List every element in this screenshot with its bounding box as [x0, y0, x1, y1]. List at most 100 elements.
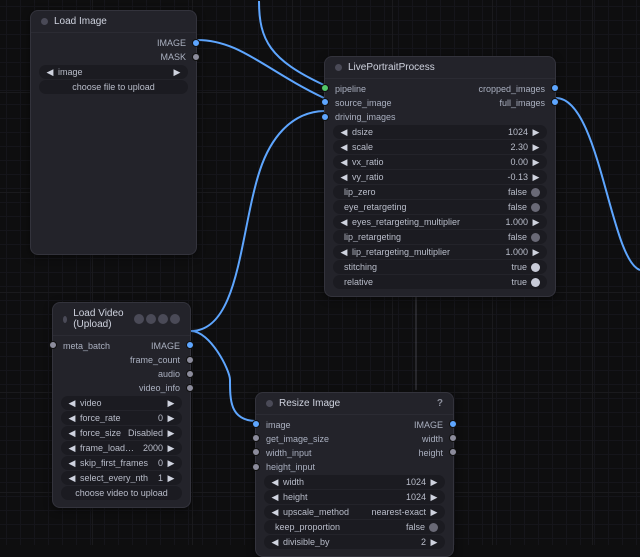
socket-icon[interactable]: [192, 39, 200, 47]
widget-dsize[interactable]: ◀dsize1024▶: [333, 125, 547, 139]
input-height-input[interactable]: height_input: [256, 460, 453, 474]
toggle-dot-icon[interactable]: [429, 523, 438, 532]
node-header[interactable]: Load Image: [31, 11, 196, 33]
node-live-portrait[interactable]: LivePortraitProcess pipeline cropped_ima…: [324, 56, 556, 297]
widget-force-rate[interactable]: ◀force_rate0▶: [61, 411, 182, 425]
output-image[interactable]: IMAGE: [31, 36, 196, 50]
toggle-dot-icon[interactable]: [531, 233, 540, 242]
chevron-right-icon[interactable]: ▶: [532, 217, 540, 228]
widget-vx-ratio[interactable]: ◀vx_ratio0.00▶: [333, 155, 547, 169]
output-image[interactable]: IMAGE: [151, 341, 180, 351]
chevron-right-icon[interactable]: ▶: [430, 507, 438, 518]
chevron-left-icon[interactable]: ◀: [340, 217, 348, 228]
chevron-right-icon[interactable]: ▶: [430, 477, 438, 488]
chevron-left-icon[interactable]: ◀: [68, 398, 76, 409]
widget-divisible-by[interactable]: ◀divisible_by2▶: [264, 535, 445, 549]
input-pipeline[interactable]: pipeline: [335, 84, 366, 94]
chevron-left-icon[interactable]: ◀: [68, 428, 76, 439]
chevron-left-icon[interactable]: ◀: [271, 492, 279, 503]
chevron-left-icon[interactable]: ◀: [340, 142, 348, 153]
socket-icon[interactable]: [49, 341, 57, 349]
collapse-dot-icon[interactable]: [335, 64, 342, 71]
chevron-right-icon[interactable]: ▶: [167, 413, 175, 424]
socket-icon[interactable]: [186, 341, 194, 349]
chevron-right-icon[interactable]: ▶: [532, 247, 540, 258]
widget-relative[interactable]: relativetrue: [333, 275, 547, 289]
socket-icon[interactable]: [551, 98, 559, 106]
chevron-left-icon[interactable]: ◀: [46, 67, 54, 78]
widget-lip-multiplier[interactable]: ◀lip_retargeting_multiplier1.000▶: [333, 245, 547, 259]
chevron-right-icon[interactable]: ▶: [532, 127, 540, 138]
socket-icon[interactable]: [186, 356, 194, 364]
chevron-right-icon[interactable]: ▶: [167, 473, 175, 484]
chevron-left-icon[interactable]: ◀: [271, 507, 279, 518]
node-resize-image[interactable]: Resize Image ? image IMAGE get_image_siz…: [255, 392, 454, 557]
socket-icon[interactable]: [186, 370, 194, 378]
node-load-image[interactable]: Load Image IMAGE MASK ◀ image ▶ choose f…: [30, 10, 197, 255]
output-video-info[interactable]: video_info: [53, 381, 190, 395]
socket-icon[interactable]: [551, 84, 559, 92]
upload-button[interactable]: choose file to upload: [39, 80, 188, 94]
toggle-dot-icon[interactable]: [531, 263, 540, 272]
widget-height[interactable]: ◀height1024▶: [264, 490, 445, 504]
node-header[interactable]: LivePortraitProcess: [325, 57, 555, 79]
chevron-right-icon[interactable]: ▶: [167, 398, 175, 409]
socket-icon[interactable]: [252, 463, 260, 471]
chevron-left-icon[interactable]: ◀: [271, 477, 279, 488]
chevron-right-icon[interactable]: ▶: [430, 537, 438, 548]
chevron-right-icon[interactable]: ▶: [532, 157, 540, 168]
chevron-left-icon[interactable]: ◀: [68, 458, 76, 469]
chevron-left-icon[interactable]: ◀: [68, 413, 76, 424]
upload-video-button[interactable]: choose video to upload: [61, 486, 182, 500]
collapse-dot-icon[interactable]: [266, 400, 273, 407]
chevron-right-icon[interactable]: ▶: [532, 172, 540, 183]
input-meta-batch[interactable]: meta_batch: [63, 341, 110, 351]
widget-lip-retargeting[interactable]: lip_retargetingfalse: [333, 230, 547, 244]
output-mask[interactable]: MASK: [31, 50, 196, 64]
widget-upscale-method[interactable]: ◀upscale_methodnearest-exact▶: [264, 505, 445, 519]
socket-icon[interactable]: [321, 84, 329, 92]
widget-eye-retargeting[interactable]: eye_retargetingfalse: [333, 200, 547, 214]
output-audio[interactable]: audio: [53, 367, 190, 381]
output-height[interactable]: height: [418, 448, 443, 458]
chevron-left-icon[interactable]: ◀: [340, 172, 348, 183]
widget-force-size[interactable]: ◀force_sizeDisabled▶: [61, 426, 182, 440]
widget-scale[interactable]: ◀scale2.30▶: [333, 140, 547, 154]
socket-icon[interactable]: [186, 384, 194, 392]
help-icon[interactable]: ?: [437, 398, 443, 409]
toggle-dot-icon[interactable]: [531, 203, 540, 212]
socket-icon[interactable]: [252, 448, 260, 456]
chevron-right-icon[interactable]: ▶: [167, 458, 175, 469]
chevron-right-icon[interactable]: ▶: [532, 142, 540, 153]
output-width[interactable]: width: [422, 434, 443, 444]
widget-width[interactable]: ◀width1024▶: [264, 475, 445, 489]
socket-icon[interactable]: [321, 98, 329, 106]
socket-icon[interactable]: [449, 448, 457, 456]
chevron-right-icon[interactable]: ▶: [167, 428, 175, 439]
widget-vy-ratio[interactable]: ◀vy_ratio-0.13▶: [333, 170, 547, 184]
output-full[interactable]: full_images: [499, 98, 545, 108]
widget-video[interactable]: ◀video▶: [61, 396, 182, 410]
socket-icon[interactable]: [449, 434, 457, 442]
widget-eyes-multiplier[interactable]: ◀eyes_retargeting_multiplier1.000▶: [333, 215, 547, 229]
collapse-dot-icon[interactable]: [63, 316, 67, 323]
output-cropped[interactable]: cropped_images: [478, 84, 545, 94]
chevron-left-icon[interactable]: ◀: [340, 127, 348, 138]
chevron-right-icon[interactable]: ▶: [430, 492, 438, 503]
node-header[interactable]: Resize Image ?: [256, 393, 453, 415]
widget-skip-first-frames[interactable]: ◀skip_first_frames0▶: [61, 456, 182, 470]
output-image[interactable]: IMAGE: [414, 420, 443, 430]
node-load-video[interactable]: Load Video (Upload) meta_batch IMAGE fra…: [52, 302, 191, 508]
widget-image-select[interactable]: ◀ image ▶: [39, 65, 188, 79]
input-source-image[interactable]: source_image: [335, 98, 392, 108]
chevron-right-icon[interactable]: ▶: [167, 443, 175, 454]
input-get-image-size[interactable]: get_image_size: [266, 434, 329, 444]
node-header[interactable]: Load Video (Upload): [53, 303, 190, 336]
chevron-right-icon[interactable]: ▶: [173, 67, 181, 78]
toggle-dot-icon[interactable]: [531, 188, 540, 197]
widget-stitching[interactable]: stitchingtrue: [333, 260, 547, 274]
chevron-left-icon[interactable]: ◀: [271, 537, 279, 548]
socket-icon[interactable]: [252, 434, 260, 442]
chevron-left-icon[interactable]: ◀: [68, 473, 76, 484]
widget-select-every-nth[interactable]: ◀select_every_nth1▶: [61, 471, 182, 485]
